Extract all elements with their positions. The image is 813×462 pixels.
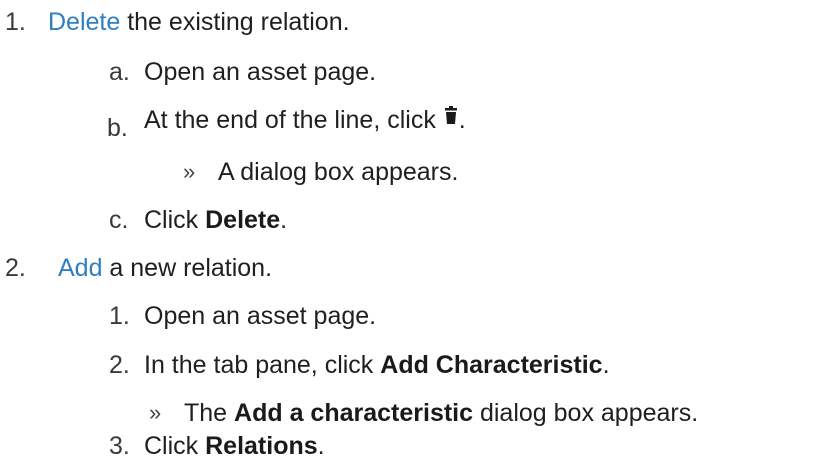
result-text-before: The (184, 399, 235, 427)
substep-text-before: At the end of the line, click (144, 106, 443, 134)
substep-text-after: . (602, 351, 610, 379)
step-text-rest: the existing relation. (120, 8, 350, 36)
trash-icon (443, 101, 459, 133)
substep-text-before: Click (144, 432, 206, 460)
substep-text-after: . (458, 106, 466, 134)
result-marker: » (149, 400, 162, 425)
substep-text-after: . (317, 432, 325, 460)
step-number: 1. (5, 8, 26, 36)
add-a-characteristic-ui-label: Add a characteristic (234, 399, 474, 427)
delete-ui-label: Delete (205, 206, 281, 234)
delete-link[interactable]: Delete (48, 8, 120, 36)
add-link[interactable]: Add (58, 254, 102, 282)
substep-marker: a. (109, 58, 130, 86)
substep-marker: c. (109, 206, 129, 234)
result-text: The Add a characteristic dialog box appe… (184, 397, 698, 429)
substep-text-before: In the tab pane, click (144, 351, 381, 379)
substep-marker: 2. (109, 351, 130, 379)
step-text: Add a new relation. (58, 252, 272, 284)
add-characteristic-ui-label: Add Characteristic (380, 351, 603, 379)
substep-text: In the tab pane, click Add Characteristi… (144, 349, 610, 381)
relations-ui-label: Relations (205, 432, 318, 460)
substep-text: Open an asset page. (144, 58, 377, 86)
substep-text: Click Relations. (144, 430, 325, 462)
result-text: A dialog box appears. (218, 158, 459, 186)
result-text-after: dialog box appears. (473, 399, 699, 427)
step-number: 2. (5, 254, 26, 282)
substep-marker: 1. (109, 302, 130, 330)
substep-text: Click Delete. (144, 204, 287, 236)
step-text-rest: a new relation. (102, 254, 273, 282)
substep-text-before: Click (144, 206, 206, 234)
substep-text: Open an asset page. (144, 302, 377, 330)
substep-marker: 3. (109, 432, 130, 460)
substep-text: At the end of the line, click . (144, 104, 466, 136)
step-text: Delete the existing relation. (48, 6, 350, 38)
substep-marker: b. (107, 114, 128, 142)
substep-text-after: . (280, 206, 288, 234)
result-marker: » (183, 159, 196, 184)
